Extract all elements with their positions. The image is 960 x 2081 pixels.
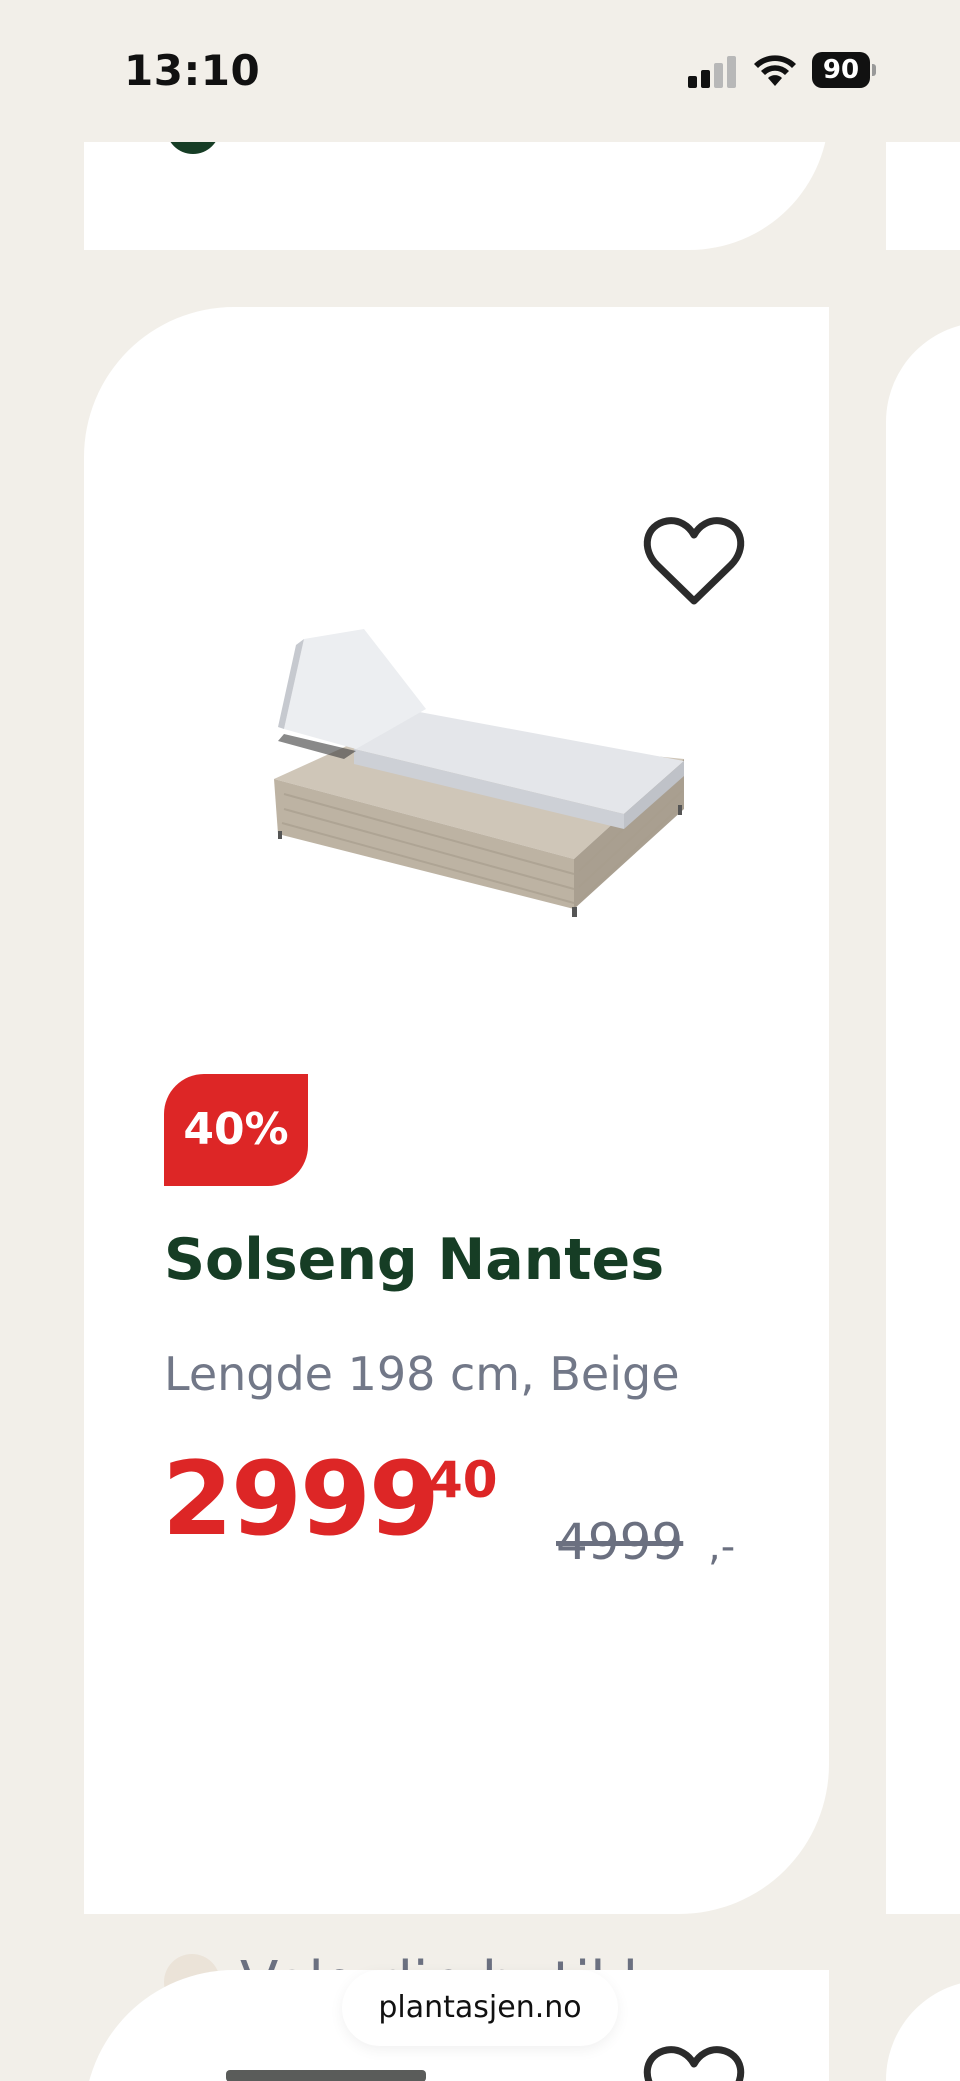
discount-badge: 40%	[164, 1074, 308, 1186]
adjacent-next-card[interactable]	[886, 1980, 960, 2081]
product-subtitle: Lengde 198 cm, Beige	[164, 1347, 680, 1401]
adjacent-product-card[interactable]	[886, 322, 960, 1914]
status-bar: 13:10 90	[0, 0, 960, 142]
sale-price-cents: 40	[428, 1451, 498, 1509]
page: 13:10 90 40% Solseng Nantes Lengde 198 c…	[0, 0, 960, 2081]
next-product-image	[226, 2070, 426, 2081]
cellular-signal-icon	[688, 56, 738, 88]
sale-price: 2999	[162, 1440, 440, 1559]
sunbed-image[interactable]	[244, 609, 784, 919]
heart-icon[interactable]	[639, 511, 749, 611]
product-title[interactable]: Solseng Nantes	[164, 1227, 664, 1293]
original-price: 4999	[556, 1513, 684, 1571]
battery-tip	[872, 64, 876, 76]
status-time: 13:10	[124, 46, 261, 95]
heart-icon[interactable]	[639, 2040, 749, 2081]
browser-url-bar[interactable]: plantasjen.no	[342, 1970, 618, 2046]
wifi-icon	[754, 55, 796, 86]
battery-indicator: 90	[812, 52, 878, 90]
original-price-suffix: ,-	[708, 1524, 736, 1570]
product-card[interactable]: 40% Solseng Nantes Lengde 198 cm, Beige …	[84, 307, 829, 2015]
battery-level: 90	[812, 52, 870, 88]
